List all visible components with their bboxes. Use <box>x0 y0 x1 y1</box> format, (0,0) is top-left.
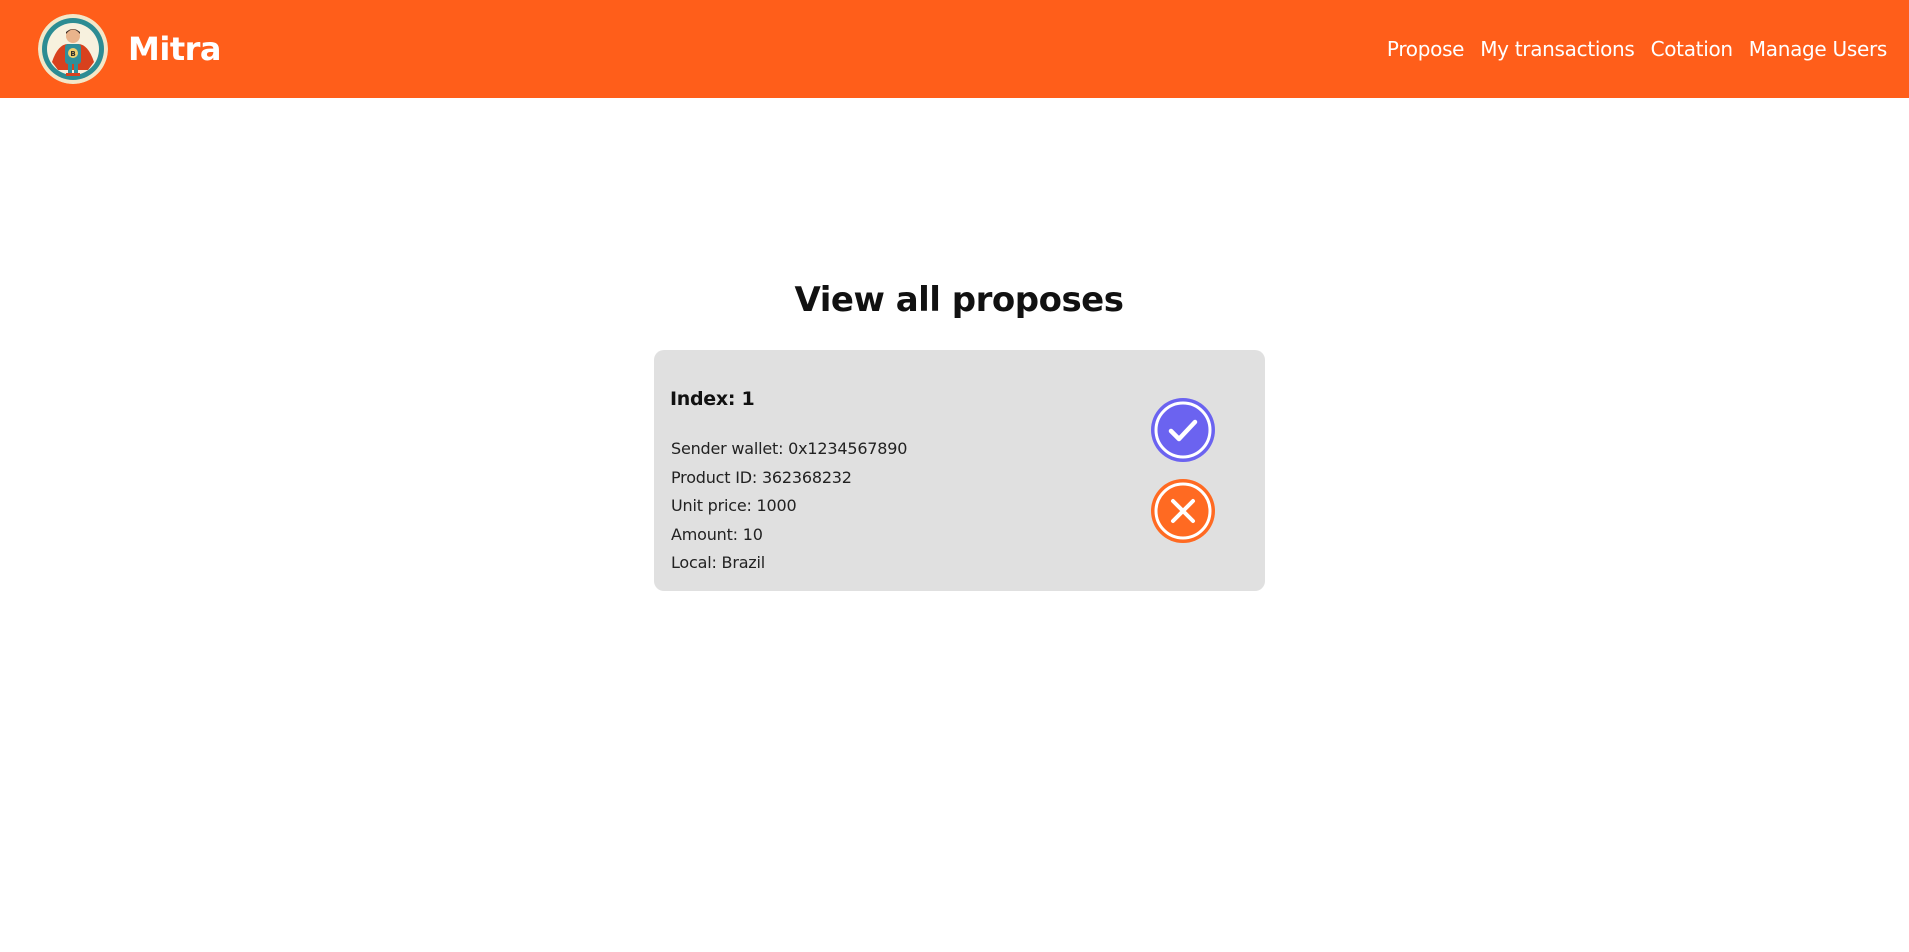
sender-wallet-text: Sender wallet: 0x1234567890 <box>671 439 908 458</box>
superhero-logo-icon: B <box>38 14 108 84</box>
proposal-card: Index: 1 Sender wallet: 0x1234567890 Pro… <box>654 350 1265 591</box>
svg-text:B: B <box>70 50 75 58</box>
unit-price-text: Unit price: 1000 <box>671 496 797 515</box>
page-title: View all proposes <box>794 280 1124 320</box>
proposal-index: Index: 1 <box>670 388 755 410</box>
top-navbar: B Mitra Propose My transactions Cotation… <box>0 0 1909 98</box>
nav-propose-link[interactable]: Propose <box>1387 37 1465 61</box>
nav-cotation-link[interactable]: Cotation <box>1651 37 1734 61</box>
brand-name: Mitra <box>128 30 221 68</box>
x-circle-icon <box>1150 478 1216 544</box>
nav-manage-users-link[interactable]: Manage Users <box>1749 37 1888 61</box>
main-nav: Propose My transactions Cotation Manage … <box>1387 0 1887 98</box>
amount-text: Amount: 10 <box>671 524 763 544</box>
reject-proposal-button[interactable] <box>1150 478 1216 544</box>
check-circle-icon <box>1150 397 1216 463</box>
accept-proposal-button[interactable] <box>1150 397 1216 463</box>
brand-home-link[interactable]: B Mitra <box>38 14 221 84</box>
proposal-details: Sender wallet: 0x1234567890 Product ID: … <box>671 435 907 578</box>
product-id-text: Product ID: 362368232 <box>671 467 852 487</box>
nav-my-transactions-link[interactable]: My transactions <box>1480 37 1635 61</box>
local-text: Local: Brazil <box>671 553 765 572</box>
